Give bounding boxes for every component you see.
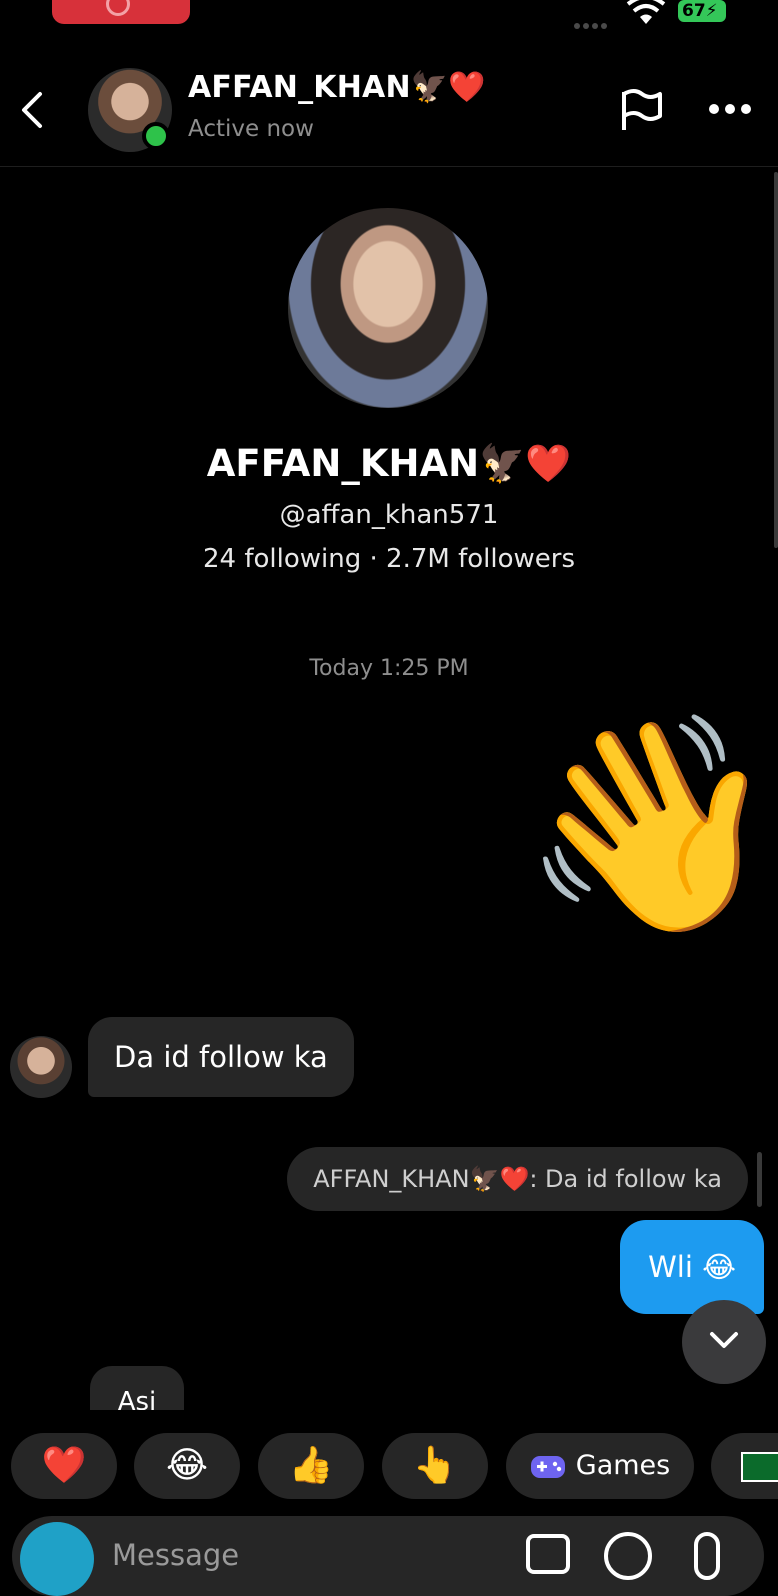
charging-bolt-icon: ⚡ — [705, 1, 718, 21]
quick-reaction-flag[interactable] — [711, 1433, 778, 1499]
gamepad-icon — [530, 1455, 565, 1478]
quick-reaction-laugh[interactable]: 😂 — [134, 1433, 240, 1499]
header-divider — [0, 166, 778, 167]
wifi-icon — [626, 0, 666, 24]
profile-avatar[interactable] — [288, 208, 488, 408]
reply-quote-bubble[interactable]: AFFAN_KHAN🦅❤️: Da id follow ka — [287, 1147, 748, 1211]
back-chevron-icon[interactable] — [18, 88, 46, 132]
profile-handle: @affan_khan571 — [279, 500, 499, 530]
microphone-icon[interactable] — [694, 1532, 720, 1580]
incoming-message-bubble[interactable]: Da id follow ka — [88, 1017, 354, 1097]
profile-follow-stats: 24 following · 2.7M followers — [203, 544, 575, 574]
profile-name: AFFAN_KHAN🦅❤️ — [206, 442, 572, 485]
pakistan-flag-icon — [741, 1452, 778, 1482]
reply-indicator-bar — [757, 1152, 762, 1207]
more-options-icon[interactable] — [708, 102, 752, 116]
quick-reaction-pointing[interactable]: 👆 — [382, 1433, 488, 1499]
scroll-to-bottom-button[interactable] — [682, 1300, 766, 1384]
message-timestamp: Today 1:25 PM — [309, 656, 469, 681]
battery-indicator: 67⚡ — [678, 0, 726, 22]
incoming-message-bubble-partial[interactable]: Asi — [90, 1366, 184, 1410]
battery-level: 67 — [682, 1, 706, 21]
header-username[interactable]: AFFAN_KHAN🦅❤️ — [188, 70, 486, 105]
header-active-status: Active now — [188, 116, 314, 142]
message-input-placeholder[interactable]: Message — [112, 1538, 239, 1572]
chevron-down-icon — [710, 1332, 738, 1348]
quick-reaction-thumbs-up[interactable]: 👍 — [258, 1433, 364, 1499]
online-status-dot — [142, 122, 170, 150]
camera-button[interactable] — [20, 1522, 94, 1596]
outgoing-message-bubble[interactable]: Wli 😂 — [620, 1220, 764, 1314]
wave-emoji-message[interactable]: 👋 — [520, 720, 778, 930]
sender-avatar[interactable] — [10, 1036, 72, 1098]
sticker-icon[interactable] — [604, 1532, 652, 1580]
games-label: Games — [575, 1450, 671, 1481]
report-flag-icon[interactable] — [616, 86, 664, 134]
quick-reaction-heart[interactable]: ❤️ — [11, 1433, 117, 1499]
cellular-signal-icon — [574, 14, 616, 29]
games-button[interactable]: Games — [506, 1433, 694, 1499]
scrollbar[interactable] — [774, 172, 778, 548]
image-picker-icon[interactable] — [526, 1534, 570, 1574]
